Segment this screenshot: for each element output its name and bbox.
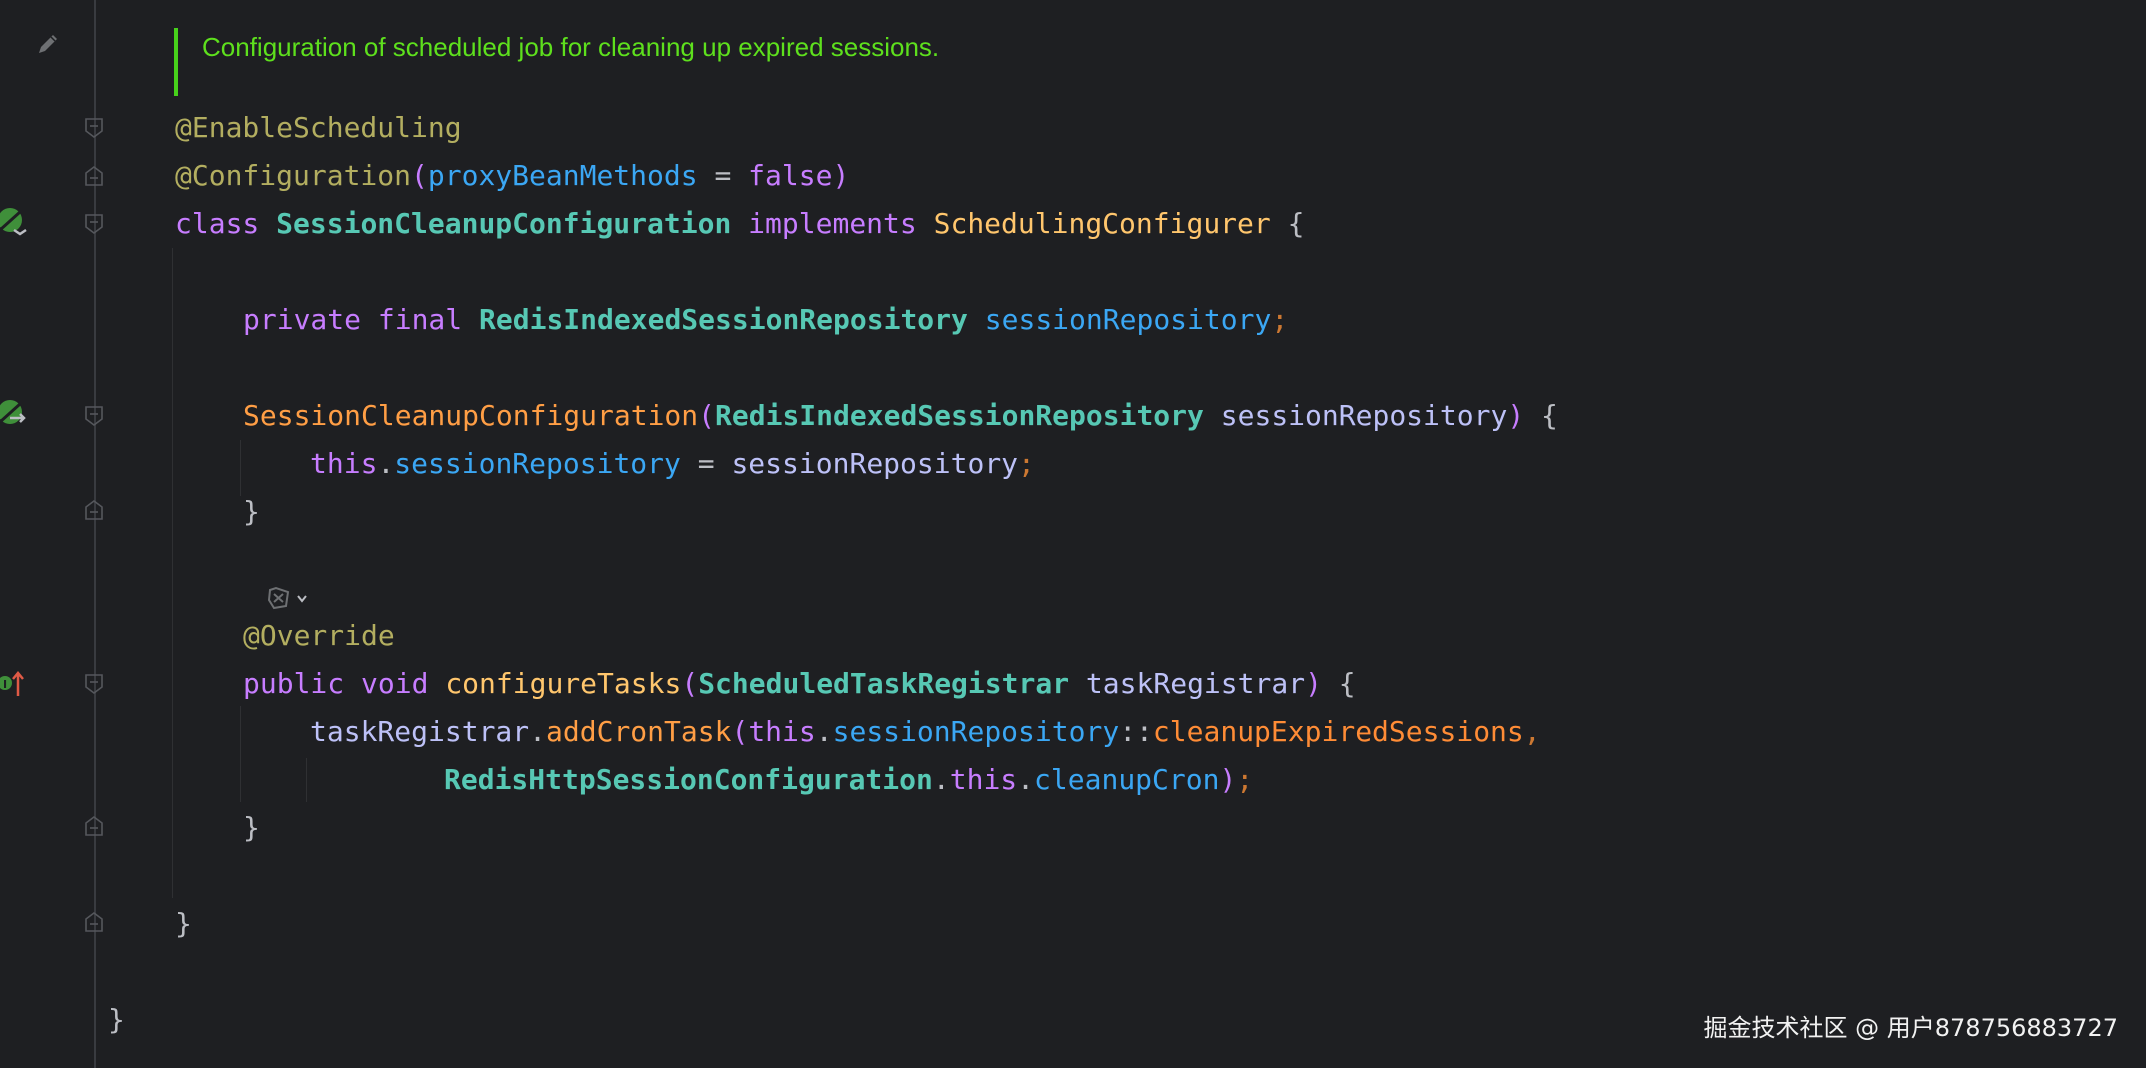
paren-open: ( [698,399,716,432]
field-ref: sessionRepository [394,447,681,480]
indent-guide [172,248,173,898]
fold-marker-icon[interactable] [85,816,103,836]
method-call: addCronTask [546,715,732,748]
brace-open: { [1524,399,1558,432]
doc-comment-text: Configuration of scheduled job for clean… [202,32,940,62]
fold-marker-icon[interactable] [85,912,103,932]
field-ref: sessionRepository [832,715,1120,748]
method-ref: cleanupExpiredSessions [1152,715,1524,748]
code-line-9[interactable]: public void configureTasks(ScheduledTask… [243,660,1356,708]
dot: . [815,715,833,748]
keyword-this: this [748,715,816,748]
field-name: sessionRepository [967,303,1272,336]
comma: , [1523,715,1541,748]
paren-close: ) [832,159,850,192]
watermark: 掘金技术社区 @ 用户878756883727 [1703,1014,2119,1042]
brace-open: { [1270,207,1305,240]
code-line-8[interactable]: @Override [243,612,395,660]
annotation-configuration: @Configuration [175,159,412,192]
paren-close: ) [1219,763,1237,796]
semicolon: ; [1271,303,1289,336]
param-name: sessionRepository [1203,399,1508,432]
param-ref: sessionRepository [731,447,1019,480]
param-ref: taskRegistrar [310,715,530,748]
code-line-6[interactable]: this.sessionRepository = sessionReposito… [310,440,1035,488]
spring-injection-icon[interactable] [0,398,28,430]
dot: . [377,447,395,480]
field-type: RedisIndexedSessionRepository [479,303,968,336]
code-line-5[interactable]: SessionCleanupConfiguration(RedisIndexed… [243,392,1558,440]
semicolon: ; [1018,447,1035,480]
dot: . [529,715,547,748]
paren-close: ) [1305,667,1322,700]
keyword-this: this [310,447,378,480]
keyword-implements: implements [731,207,934,240]
indent-guide [306,758,307,802]
code-line-7[interactable]: } [243,488,260,536]
code-line-10[interactable]: taskRegistrar.addCronTask(this.sessionRe… [310,708,1541,756]
brace-close: } [108,1003,125,1036]
param-type: ScheduledTaskRegistrar [698,667,1070,700]
keyword-public: public [243,667,362,700]
code-line-1[interactable]: @EnableScheduling [175,104,462,152]
fold-marker-icon[interactable] [85,166,103,186]
svg-text:I: I [3,678,7,691]
fold-marker-icon[interactable] [85,118,103,138]
method-name: configureTasks [445,667,682,700]
paren-close: ) [1507,399,1525,432]
param-name: taskRegistrar [1069,667,1306,700]
annotation-override: @Override [243,619,395,652]
annotation-enable-scheduling: @EnableScheduling [175,111,462,144]
constructor-name: SessionCleanupConfiguration [243,399,699,432]
annotation-param: proxyBeanMethods [427,159,698,192]
keyword-class: class [175,207,277,240]
gutter-separator [94,0,96,1068]
brace-close: } [243,811,260,844]
semicolon: ; [1236,763,1254,796]
override-method-icon[interactable]: I [0,668,28,698]
indent-guide [240,440,241,496]
fold-marker-icon[interactable] [85,674,103,694]
doc-comment-bar [174,28,178,96]
code-line-13[interactable]: } [175,900,192,948]
pencil-icon[interactable] [34,30,62,58]
indent-guide [240,706,241,802]
class-ref: RedisHttpSessionConfiguration [444,763,933,796]
field-ref: cleanupCron [1034,763,1220,796]
code-line-4[interactable]: private final RedisIndexedSessionReposit… [243,296,1288,344]
keyword-final: final [377,303,480,336]
fold-marker-icon[interactable] [85,406,103,426]
brace-open: { [1321,667,1356,700]
brace-close: } [175,907,192,940]
keyword-false: false [748,159,833,192]
equals: = [680,447,732,480]
fold-marker-icon[interactable] [85,214,103,234]
code-line-3[interactable]: class SessionCleanupConfiguration implem… [175,200,1304,248]
method-ref-operator: :: [1119,715,1153,748]
class-name: SessionCleanupConfiguration [276,207,732,240]
keyword-private: private [243,303,378,336]
paren-open: ( [411,159,428,192]
interface-name: SchedulingConfigurer [933,207,1271,240]
keyword-this: this [949,763,1018,796]
fold-marker-icon[interactable] [85,500,103,520]
doc-comment: Configuration of scheduled job for clean… [174,28,1274,96]
equals: = [697,159,749,192]
dot: . [1017,763,1035,796]
code-line-2[interactable]: @Configuration(proxyBeanMethods = false) [175,152,849,200]
keyword-void: void [361,667,446,700]
code-line-14[interactable]: } [108,996,125,1044]
param-type: RedisIndexedSessionRepository [715,399,1204,432]
brace-close: } [243,495,260,528]
paren-open: ( [731,715,749,748]
code-line-11[interactable]: RedisHttpSessionConfiguration.this.clean… [444,756,1253,804]
code-line-12[interactable]: } [243,804,260,852]
spring-bean-icon[interactable] [0,206,28,238]
paren-open: ( [681,667,699,700]
ai-hints-icon[interactable] [266,584,316,612]
dot: . [932,763,950,796]
